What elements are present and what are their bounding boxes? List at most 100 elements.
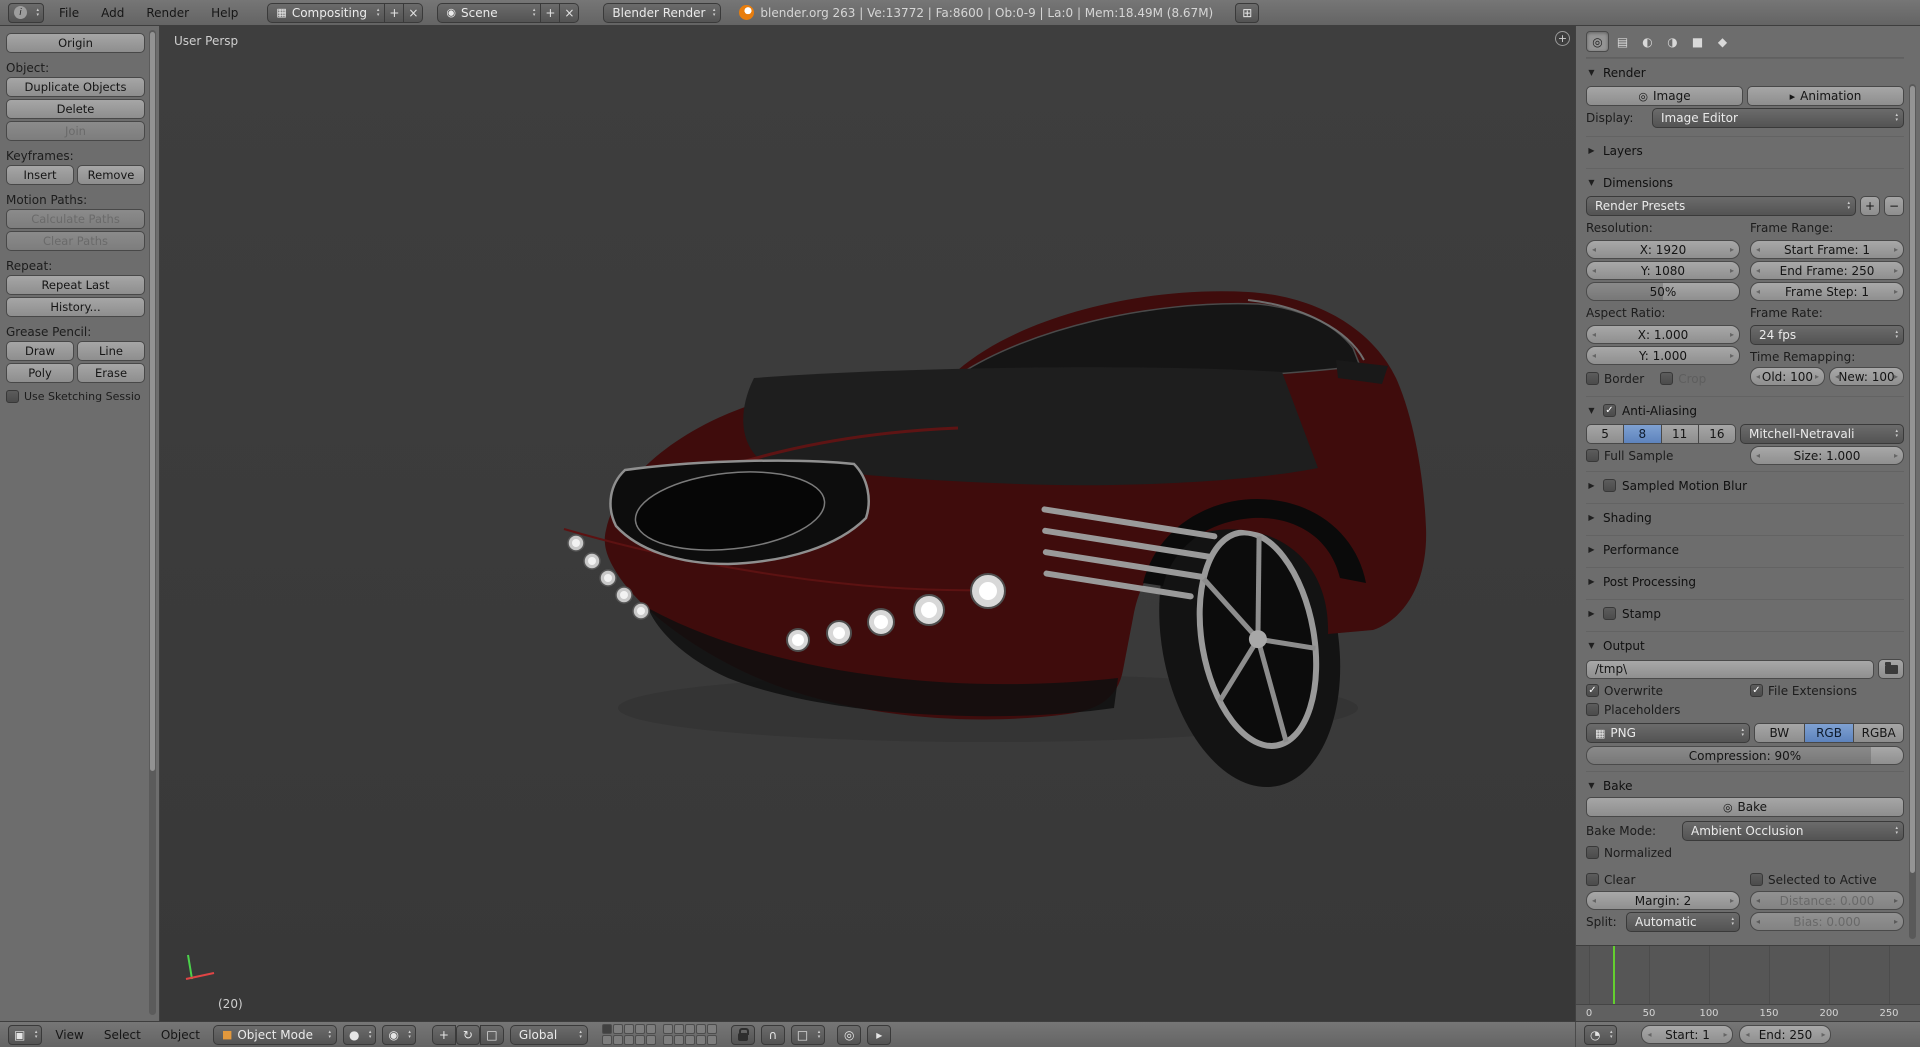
render-presets-menu[interactable]: Render Presets <box>1586 196 1856 216</box>
aspect-y-field[interactable]: Y: 1.000 <box>1586 346 1740 365</box>
layers-panel-header[interactable]: Layers <box>1586 139 1904 162</box>
lock-to-scene-toggle[interactable] <box>730 1024 755 1045</box>
grease-erase-button[interactable]: Erase <box>77 363 145 383</box>
menu-help[interactable]: Help <box>204 2 245 24</box>
output-browse-button[interactable] <box>1878 659 1904 679</box>
bake-button[interactable]: ◎ Bake <box>1586 797 1904 817</box>
properties-scrollbar[interactable] <box>1909 84 1916 939</box>
layers-widget[interactable] <box>601 1024 717 1045</box>
menu-view[interactable]: View <box>48 1024 90 1046</box>
file-format-menu[interactable]: ▦ PNG <box>1586 723 1750 743</box>
scene-menu[interactable]: ◉ Scene <box>437 2 542 23</box>
frame-step-field[interactable]: Frame Step: 1 <box>1750 282 1904 301</box>
aa-samples-16-button[interactable]: 16 <box>1698 424 1736 444</box>
tab-object[interactable]: ■ <box>1686 31 1709 52</box>
aa-samples-5-button[interactable]: 5 <box>1586 424 1625 444</box>
tab-render-layers[interactable]: ▤ <box>1611 31 1634 52</box>
resolution-percentage-slider[interactable]: 50% <box>1586 282 1740 301</box>
car-model[interactable] <box>558 278 1438 818</box>
performance-panel-header[interactable]: Performance <box>1586 538 1904 561</box>
viewport-shading-menu[interactable]: ● <box>342 1024 377 1045</box>
duplicate-objects-button[interactable]: Duplicate Objects <box>6 77 145 97</box>
remove-keyframe-button[interactable]: Remove <box>77 165 145 185</box>
end-frame-field[interactable]: End Frame: 250 <box>1750 261 1904 280</box>
crop-checkbox[interactable] <box>1660 372 1674 385</box>
selected-to-active-checkbox[interactable] <box>1750 873 1763 886</box>
aa-samples-11-button[interactable]: 11 <box>1661 424 1699 444</box>
dimensions-panel-header[interactable]: Dimensions <box>1586 171 1904 194</box>
bake-clear-checkbox[interactable] <box>1586 873 1599 886</box>
timeline-editor-type-button[interactable]: ◔ <box>1584 1024 1618 1045</box>
compression-slider[interactable]: Compression: 90% <box>1586 746 1904 765</box>
menu-object[interactable]: Object <box>154 1024 207 1046</box>
timeline-editor[interactable]: 0 50 100 150 200 250 <box>1575 945 1920 1021</box>
render-panel-header[interactable]: Render <box>1586 61 1904 84</box>
snap-toggle[interactable]: ∩ <box>760 1024 785 1045</box>
split-menu[interactable]: Automatic <box>1626 912 1740 932</box>
motion-blur-panel-header[interactable]: Sampled Motion Blur <box>1586 474 1904 497</box>
scene-close-button[interactable]: × <box>560 2 580 23</box>
clear-paths-button[interactable]: Clear Paths <box>6 231 145 251</box>
grease-draw-button[interactable]: Draw <box>6 341 74 361</box>
manipulator-scale-toggle[interactable]: □ <box>479 1024 504 1045</box>
stamp-checkbox[interactable] <box>1603 607 1616 620</box>
screen-layout-add-button[interactable]: + <box>385 2 405 23</box>
sketching-checkbox[interactable] <box>6 390 19 403</box>
resolution-y-field[interactable]: Y: 1080 <box>1586 261 1740 280</box>
menu-select[interactable]: Select <box>97 1024 148 1046</box>
file-extensions-checkbox[interactable] <box>1750 684 1763 697</box>
tab-physics[interactable]: ◆ <box>1711 31 1734 52</box>
grease-poly-button[interactable]: Poly <box>6 363 74 383</box>
stamp-panel-header[interactable]: Stamp <box>1586 602 1904 625</box>
tab-scene[interactable]: ◐ <box>1636 31 1659 52</box>
tab-render[interactable]: ◎ <box>1586 31 1609 52</box>
history-button[interactable]: History... <box>6 297 145 317</box>
bake-distance-field[interactable]: Distance: 0.000 <box>1750 891 1904 910</box>
channels-bw-button[interactable]: BW <box>1754 723 1805 743</box>
post-processing-panel-header[interactable]: Post Processing <box>1586 570 1904 593</box>
antialiasing-panel-header[interactable]: Anti-Aliasing <box>1586 399 1904 422</box>
bake-mode-menu[interactable]: Ambient Occlusion <box>1682 821 1904 841</box>
bake-bias-field[interactable]: Bias: 0.000 <box>1750 912 1904 931</box>
shading-panel-header[interactable]: Shading <box>1586 506 1904 529</box>
bake-margin-field[interactable]: Margin: 2 <box>1586 891 1740 910</box>
timeline-playhead[interactable] <box>1613 946 1615 1004</box>
remap-new-field[interactable]: New: 100 <box>1829 367 1904 386</box>
motion-blur-checkbox[interactable] <box>1603 479 1616 492</box>
preset-remove-button[interactable]: − <box>1884 196 1904 216</box>
join-button[interactable]: Join <box>6 121 145 141</box>
repeat-last-button[interactable]: Repeat Last <box>6 275 145 295</box>
opengl-render-anim-button[interactable]: ▸ <box>867 1024 892 1045</box>
preset-add-button[interactable]: + <box>1860 196 1880 216</box>
render-image-button[interactable]: ◎ Image <box>1586 86 1743 106</box>
orientation-menu[interactable]: Global <box>509 1024 588 1045</box>
region-expand-icon[interactable]: + <box>1555 31 1570 46</box>
toolshelf-scrollbar[interactable] <box>149 30 156 1015</box>
fps-menu[interactable]: 24 fps <box>1750 325 1904 345</box>
menu-add[interactable]: Add <box>94 2 131 24</box>
manipulator-rotate-toggle[interactable]: ↻ <box>455 1024 480 1045</box>
border-checkbox[interactable] <box>1586 372 1599 385</box>
channels-rgb-button[interactable]: RGB <box>1804 723 1855 743</box>
antialiasing-checkbox[interactable] <box>1603 404 1616 417</box>
viewport-editor-type-button[interactable]: ▣ <box>8 1024 43 1045</box>
bake-panel-header[interactable]: Bake <box>1586 774 1904 797</box>
output-path-field[interactable]: /tmp\ <box>1586 659 1874 679</box>
menu-file[interactable]: File <box>52 2 86 24</box>
manipulator-translate-toggle[interactable]: + <box>431 1024 456 1045</box>
window-button[interactable]: ⊞ <box>1235 2 1260 23</box>
render-animation-button[interactable]: ▸ Animation <box>1747 86 1904 106</box>
aa-size-field[interactable]: Size: 1.000 <box>1750 446 1904 465</box>
insert-keyframe-button[interactable]: Insert <box>6 165 74 185</box>
display-menu[interactable]: Image Editor <box>1652 108 1904 128</box>
screen-layout-menu[interactable]: ▦ Compositing <box>267 2 386 23</box>
delete-button[interactable]: Delete <box>6 99 145 119</box>
mode-menu[interactable]: ■ Object Mode <box>212 1024 337 1045</box>
timeline-end-field[interactable]: End: 250 <box>1739 1025 1832 1044</box>
placeholders-checkbox[interactable] <box>1586 703 1599 716</box>
remap-old-field[interactable]: Old: 100 <box>1750 367 1825 386</box>
screen-layout-close-button[interactable]: × <box>404 2 424 23</box>
timeline-ruler[interactable]: 0 50 100 150 200 250 <box>1576 1004 1920 1021</box>
overwrite-checkbox[interactable] <box>1586 684 1599 697</box>
grease-line-button[interactable]: Line <box>77 341 145 361</box>
